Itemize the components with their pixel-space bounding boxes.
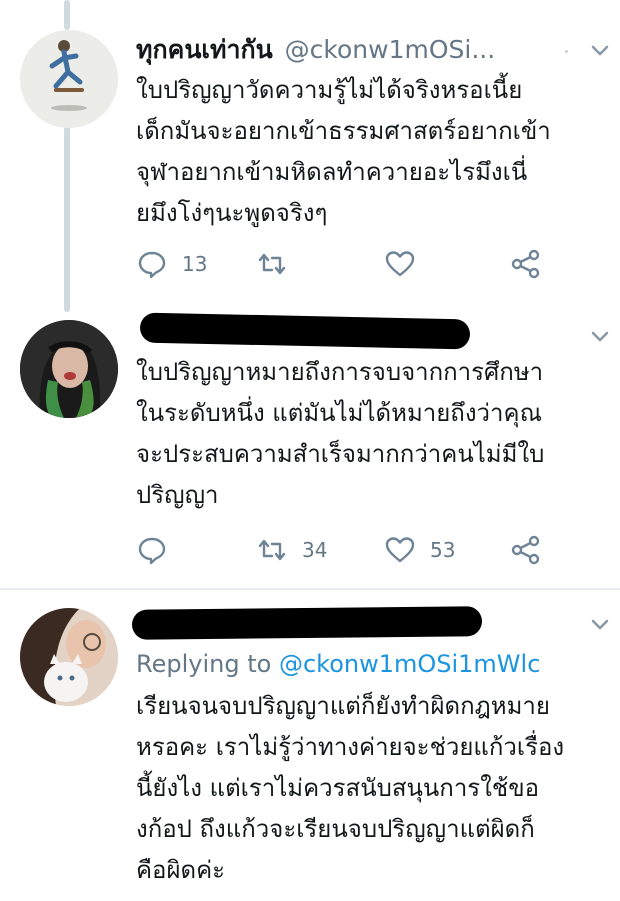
tweet-3[interactable]: Replying to @ckonw1mOSi1mWlc เรียนจนจบปร… — [0, 590, 620, 901]
retweet-button[interactable]: 34 — [256, 532, 327, 568]
like-button[interactable]: 53 — [384, 532, 455, 568]
like-icon — [385, 251, 415, 277]
tweet-actions: 13 — [136, 246, 556, 282]
reply-count: 13 — [182, 252, 208, 276]
like-count: 53 — [430, 538, 456, 562]
avatar[interactable] — [20, 320, 118, 418]
tweet-actions: 34 53 — [136, 532, 556, 568]
share-button[interactable] — [510, 532, 542, 568]
retweet-icon — [258, 539, 286, 561]
retweet-count: 34 — [302, 538, 328, 562]
share-button[interactable] — [510, 246, 542, 282]
reply-button[interactable]: 13 — [136, 246, 207, 282]
chevron-down-icon[interactable] — [588, 612, 612, 636]
like-button[interactable] — [384, 246, 430, 282]
handle[interactable]: @ckonw1mOSi... — [285, 35, 496, 64]
share-icon — [511, 249, 540, 279]
tweet-1[interactable]: ทุกคนเท่ากัน @ckonw1mOSi... ใบปริญญาวัดค… — [0, 30, 620, 312]
replying-to: Replying to @ckonw1mOSi1mWlc — [136, 646, 540, 682]
chevron-down-icon[interactable] — [588, 324, 612, 348]
chevron-down-icon[interactable] — [588, 38, 612, 62]
retweet-button[interactable] — [256, 246, 302, 282]
tweet-text: ใบปริญญาหมายถึงการจบจากการศึกษา ในระดับห… — [136, 358, 545, 509]
tweet-text: ใบปริญญาวัดความรู้ไม่ได้จริงหรอเนี้ย เด็… — [136, 76, 551, 227]
tweet-text: เรียนจนจบปริญญาแต่ก็ยังทำผิดกฎหมาย หรอคะ… — [136, 692, 565, 884]
reply-icon — [138, 537, 166, 565]
retweet-icon — [258, 253, 286, 275]
redaction-bar — [131, 606, 483, 640]
tweet-2[interactable]: ใบปริญญาหมายถึงการจบจากการศึกษา ในระดับห… — [0, 312, 620, 587]
redaction-bar — [139, 312, 471, 350]
reply-button[interactable] — [136, 532, 182, 568]
replying-prefix: Replying to — [136, 650, 272, 678]
reply-icon — [138, 251, 166, 279]
avatar[interactable] — [20, 608, 118, 706]
share-icon — [511, 535, 540, 565]
thread-line — [64, 0, 70, 30]
display-name[interactable]: ทุกคนเท่ากัน — [136, 35, 273, 64]
like-icon — [385, 537, 415, 563]
replying-handle-link[interactable]: @ckonw1mOSi1mWlc — [279, 650, 540, 678]
avatar[interactable] — [20, 30, 118, 128]
author-row: ทุกคนเท่ากัน @ckonw1mOSi... — [136, 30, 495, 70]
